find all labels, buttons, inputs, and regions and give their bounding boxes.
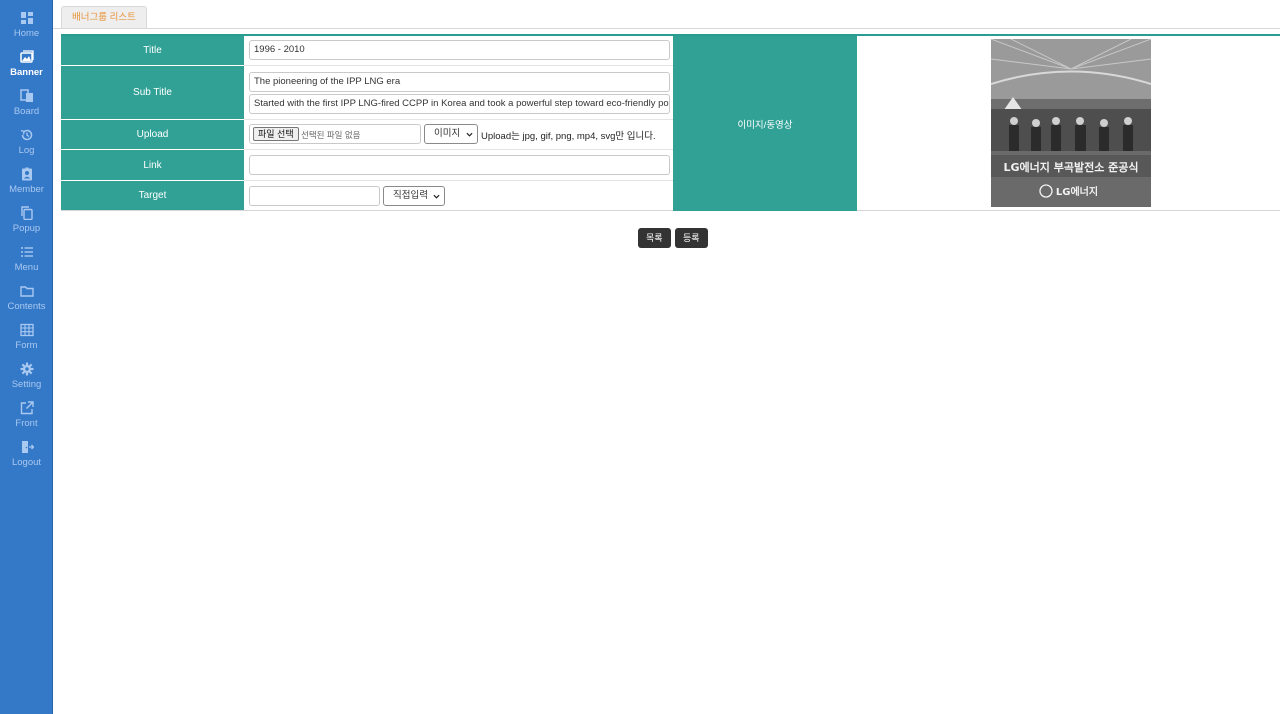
target-select-value: 직접입력 [393, 190, 428, 201]
chevron-down-icon [466, 132, 473, 137]
sidebar-item-label: Log [18, 145, 35, 156]
external-link-icon [20, 401, 34, 415]
sidebar-item-form[interactable]: Form [0, 323, 53, 362]
list-button[interactable]: 목록 [638, 228, 671, 248]
sidebar-item-label: Contents [7, 301, 46, 312]
logout-icon [21, 441, 34, 453]
banner-image-preview: LG에너지 부곡발전소 준공식 LG에너지 [991, 39, 1151, 207]
subtitle-label: Sub Title [61, 66, 244, 119]
sidebar-item-label: Form [15, 340, 38, 351]
file-choose-button[interactable]: 파일 선택 [253, 127, 299, 141]
list-icon [20, 247, 33, 257]
sidebar-item-label: Banner [10, 67, 43, 78]
row-divider [244, 119, 673, 120]
title-input[interactable]: 1996 - 2010 [249, 40, 670, 60]
sidebar-item-label: Menu [14, 262, 39, 273]
copy-icon [20, 206, 33, 220]
sidebar-item-front[interactable]: Front [0, 401, 53, 440]
row-divider [244, 149, 673, 150]
folder-icon [19, 286, 34, 297]
sidebar-item-banner[interactable]: Banner [0, 50, 53, 89]
sidebar-item-contents[interactable]: Contents [0, 284, 53, 323]
upload-label: Upload [61, 120, 244, 149]
board-icon [19, 89, 33, 102]
tab-banner-group-list[interactable]: 배너그룹 리스트 [61, 6, 147, 28]
title-label: Title [61, 36, 244, 65]
row-divider [244, 65, 673, 66]
gear-icon [20, 362, 33, 376]
upload-hint: Upload는 jpg, gif, png, mp4, svg만 입니다. [481, 131, 656, 142]
ceremony-photo: LG에너지 부곡발전소 준공식 LG에너지 [991, 39, 1151, 207]
member-badge-icon [21, 167, 32, 181]
subtitle-input-1[interactable]: The pioneering of the IPP LNG era [249, 72, 670, 92]
sidebar-item-member[interactable]: Member [0, 167, 53, 206]
media-type-value: 이미지 [434, 128, 461, 139]
dashboard-icon [20, 12, 33, 24]
sidebar-item-label: Front [15, 418, 38, 429]
subtitle-input-2[interactable]: Started with the first IPP LNG-fired CCP… [249, 94, 670, 114]
target-select[interactable]: 직접입력 [383, 186, 445, 206]
sidebar: Home Banner Board Log Member Popup Menu … [0, 0, 53, 714]
media-label: 이미지/동영상 [673, 36, 857, 211]
history-icon [20, 129, 32, 141]
sidebar-item-logout[interactable]: Logout [0, 440, 53, 479]
chevron-down-icon [433, 194, 440, 199]
sidebar-item-label: Setting [11, 379, 42, 390]
sidebar-item-board[interactable]: Board [0, 89, 53, 128]
target-label: Target [61, 181, 244, 210]
link-label: Link [61, 150, 244, 180]
table-icon [19, 323, 34, 337]
sidebar-item-label: Member [9, 184, 44, 195]
sidebar-item-label: Home [13, 28, 40, 39]
sidebar-item-menu[interactable]: Menu [0, 245, 53, 284]
register-button[interactable]: 등록 [675, 228, 708, 248]
target-input[interactable] [249, 186, 380, 206]
link-input[interactable] [249, 155, 670, 175]
sidebar-item-popup[interactable]: Popup [0, 206, 53, 245]
sidebar-item-label: Logout [11, 457, 42, 468]
photo-caption-2: LG에너지 [1056, 185, 1098, 198]
sidebar-item-label: Popup [12, 223, 41, 234]
row-divider [244, 180, 673, 181]
photo-caption-1: LG에너지 부곡발전소 준공식 [1003, 160, 1138, 174]
sidebar-item-home[interactable]: Home [0, 11, 53, 50]
image-icon [19, 50, 34, 63]
file-status-text: 선택된 파일 없음 [301, 130, 361, 140]
tab-bar: 배너그룹 리스트 [53, 0, 1280, 29]
media-type-select[interactable]: 이미지 [424, 124, 478, 144]
sidebar-item-setting[interactable]: Setting [0, 362, 53, 401]
sidebar-item-log[interactable]: Log [0, 128, 53, 167]
sidebar-item-label: Board [13, 106, 40, 117]
